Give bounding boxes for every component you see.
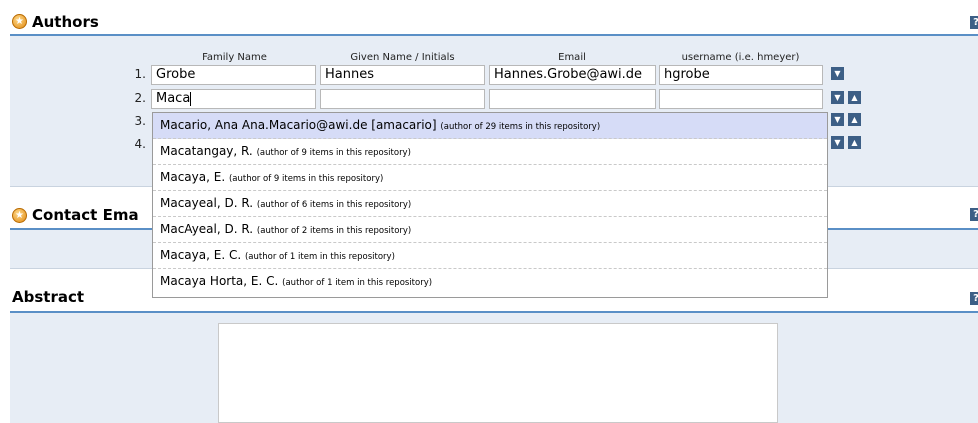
row-number: 2. [134,91,146,105]
username-input[interactable]: hgrobe [659,65,823,85]
suggestion-count: (author of 9 items in this repository) [256,148,411,158]
email-input[interactable]: Hannes.Grobe@awi.de [489,65,656,85]
suggestion-count: (author of 29 items in this repository) [440,122,601,132]
help-icon[interactable]: ? [970,292,978,305]
move-up-icon[interactable]: ▲ [848,91,861,104]
username-input[interactable] [659,89,823,109]
move-down-icon[interactable]: ▼ [831,136,844,149]
given-name-input[interactable]: Hannes [320,65,485,85]
move-up-icon[interactable]: ▲ [848,113,861,126]
column-header-email: Email [558,52,586,63]
suggestion-item[interactable]: Macatangay, R. (author of 9 items in thi… [153,139,827,165]
suggestion-name: MacAyeal, D. R. [160,222,254,236]
suggestion-name: Macaya Horta, E. C. [160,274,279,288]
authors-title: Authors [32,13,99,31]
help-icon[interactable]: ? [970,16,978,29]
move-down-icon[interactable]: ▼ [831,113,844,126]
help-icon[interactable]: ? [970,208,978,221]
suggestion-name: Macaya, E. C. [160,248,242,262]
family-name-input[interactable]: Grobe [151,65,316,85]
move-down-icon[interactable]: ▼ [831,67,844,80]
suggestion-name: Macayeal, D. R. [160,196,254,210]
move-up-icon[interactable]: ▲ [848,136,861,149]
row-number: 3. [134,114,146,128]
suggestion-item[interactable]: Macario, Ana Ana.Macario@awi.de [amacari… [153,113,827,139]
suggestion-count: (author of 9 items in this repository) [228,174,384,184]
row-number: 4. [134,137,146,151]
suggestion-item[interactable]: Macaya Horta, E. C. (author of 1 item in… [153,269,827,295]
suggestion-name: Macaya, E. [160,170,226,184]
suggestion-name: Macatangay, R. [160,144,253,158]
row-number: 1. [134,67,146,81]
abstract-title: Abstract [12,288,85,306]
text-cursor [190,91,192,106]
suggestion-item[interactable]: Macayeal, D. R. (author of 6 items in th… [153,191,827,217]
suggestion-item[interactable]: Macaya, E. (author of 9 items in this re… [153,165,827,191]
family-name-input[interactable]: Maca [151,89,316,109]
suggestion-item[interactable]: MacAyeal, D. R. (author of 2 items in th… [153,217,827,243]
suggestion-name: Macario, Ana Ana.Macario@awi.de [amacari… [160,118,437,132]
column-header-given: Given Name / Initials [350,52,455,63]
contact-email-title: Contact Ema [32,206,139,224]
email-input[interactable] [489,89,656,109]
suggestion-count: (author of 1 item in this repository) [244,252,395,262]
suggestion-count: (author of 6 items in this repository) [256,200,412,210]
star-icon: ★ [12,14,27,29]
author-suggestions-dropdown: Macario, Ana Ana.Macario@awi.de [amacari… [152,112,828,298]
suggestion-count: (author of 1 item in this repository) [282,278,433,288]
star-icon: ★ [12,208,27,223]
given-name-input[interactable] [320,89,485,109]
move-down-icon[interactable]: ▼ [831,91,844,104]
suggestion-count: (author of 2 items in this repository) [256,226,412,236]
column-header-username: username (i.e. hmeyer) [681,52,800,63]
abstract-textarea[interactable] [218,323,778,423]
column-header-family: Family Name [202,52,267,63]
suggestion-item[interactable]: Macaya, E. C. (author of 1 item in this … [153,243,827,269]
